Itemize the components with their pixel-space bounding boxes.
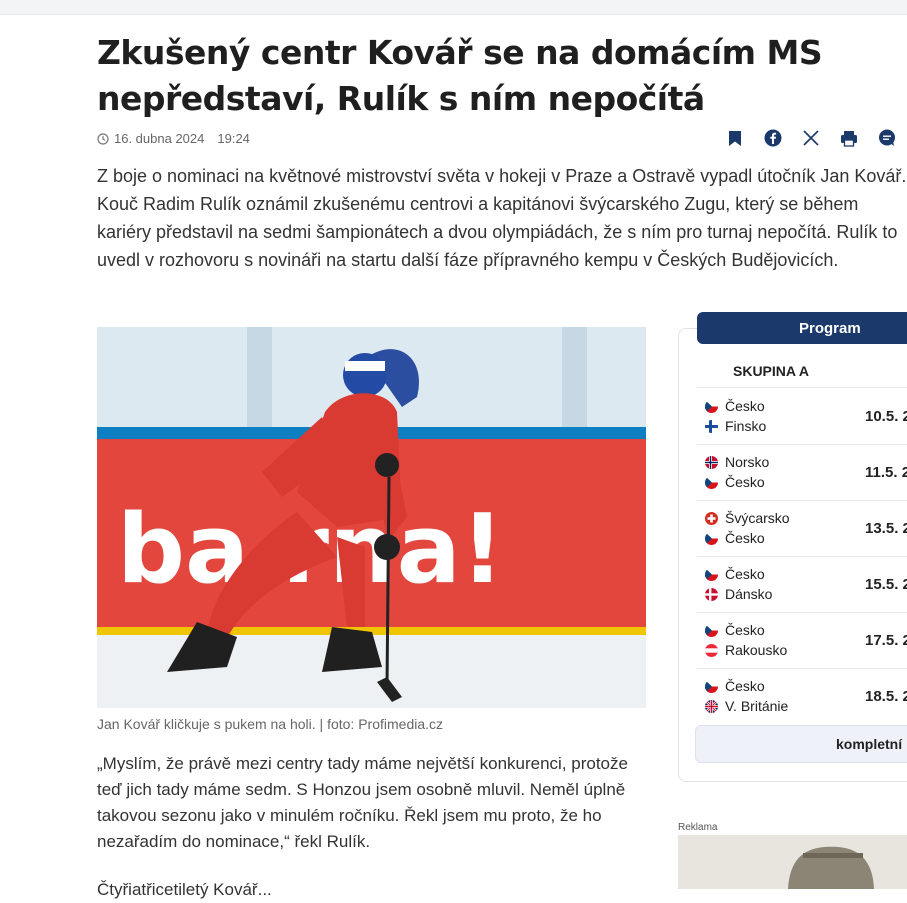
flag-cz-icon <box>705 475 718 489</box>
match-away: Česko <box>725 530 765 546</box>
flag-no-icon <box>705 455 718 469</box>
match-home: Česko <box>725 566 765 582</box>
ad-label: Reklama <box>678 822 718 833</box>
match-home: Norsko <box>725 454 770 470</box>
flag-cz-icon <box>705 399 718 413</box>
group-label: SKUPINA A <box>733 363 809 379</box>
flag-gb-icon <box>705 699 718 713</box>
program-header[interactable]: Program <box>697 312 907 344</box>
flag-cz-icon <box>705 679 718 693</box>
match-date: 10.5. 2 <box>865 408 907 425</box>
flag-dk-icon <box>705 587 718 601</box>
share-toolbar <box>726 128 896 148</box>
flag-ch-icon <box>705 511 718 525</box>
match-away: Česko <box>725 474 765 490</box>
article-date: 16. dubna 2024 <box>114 131 205 146</box>
match-home: Česko <box>725 622 765 638</box>
match-row[interactable]: Norsko Česko 11.5. 2 <box>697 444 907 501</box>
match-date: 13.5. 2 <box>865 520 907 537</box>
bookmark-icon[interactable] <box>726 128 744 148</box>
match-row[interactable]: Česko Finsko 10.5. 2 <box>697 388 907 445</box>
print-icon[interactable] <box>840 128 858 148</box>
match-row[interactable]: Švýcarsko Česko 13.5. 2 <box>697 500 907 557</box>
ad-image <box>678 835 907 889</box>
flag-cz-icon <box>705 623 718 637</box>
match-away: V. Británie <box>725 698 789 714</box>
match-away: Dánsko <box>725 586 773 602</box>
article-meta: 16. dubna 2024 19:24 <box>97 131 250 146</box>
match-away: Finsko <box>725 418 767 434</box>
comment-icon[interactable] <box>878 128 896 148</box>
article-next-paragraph: Čtyřiatřicetiletý Kovář... <box>97 880 272 899</box>
facebook-icon[interactable] <box>764 128 782 148</box>
x-icon[interactable] <box>802 128 820 148</box>
top-bar <box>0 0 907 15</box>
match-row[interactable]: Česko V. Británie 18.5. 2 <box>697 668 907 724</box>
article-quote: „Myslím, že právě mezi centry tady máme … <box>97 754 628 851</box>
match-home: Česko <box>725 678 765 694</box>
match-home: Švýcarsko <box>725 510 790 526</box>
flag-fi-icon <box>705 419 718 433</box>
article-title: Zkušený centr Kovář se na domácím MS nep… <box>97 33 823 118</box>
hockey-player-image: ba rna! <box>97 327 646 708</box>
photo-caption: Jan Kovář kličkuje s pukem na holi. | fo… <box>97 716 444 732</box>
match-row[interactable]: Česko Dánsko 15.5. 2 <box>697 556 907 613</box>
article-time: 19:24 <box>217 131 250 146</box>
flag-cz-icon <box>705 567 718 581</box>
match-row[interactable]: Česko Rakousko 17.5. 2 <box>697 612 907 669</box>
article-perex: Z boje o nominaci na květnové mistrovstv… <box>97 166 907 270</box>
match-date: 11.5. 2 <box>865 464 907 481</box>
match-date: 18.5. 2 <box>865 688 907 705</box>
article-photo[interactable]: ba rna! <box>97 327 646 708</box>
flag-cz-icon <box>705 531 718 545</box>
complete-program-button[interactable]: kompletní <box>695 725 907 763</box>
match-date: 15.5. 2 <box>865 576 907 593</box>
ad-banner[interactable] <box>678 835 907 889</box>
match-date: 17.5. 2 <box>865 632 907 649</box>
match-away: Rakousko <box>725 642 788 658</box>
match-home: Česko <box>725 398 765 414</box>
flag-at-icon <box>705 643 718 657</box>
clock-icon <box>97 132 109 145</box>
